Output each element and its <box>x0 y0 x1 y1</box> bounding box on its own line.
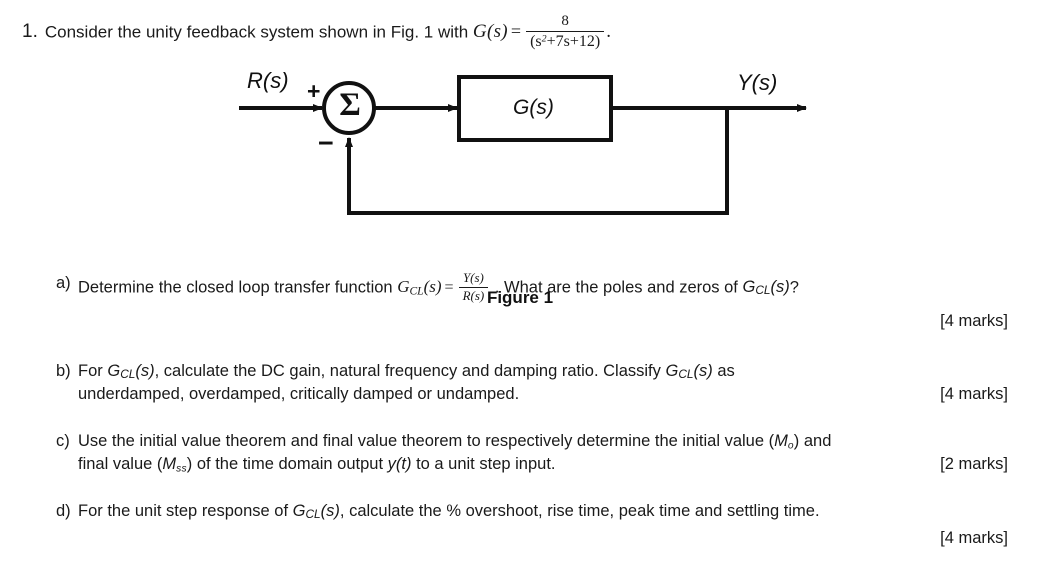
initial-value-m: M <box>774 432 788 450</box>
gcl-symbol-serif: GCL(s) <box>397 277 442 298</box>
gcl-inline-b1-g: G <box>107 362 121 380</box>
part-c-marks: [2 marks] <box>940 454 1008 473</box>
gcl-inline-b2-g: G <box>665 362 679 380</box>
gcl-inline-d-sub: CL <box>305 507 321 522</box>
part-c-text-4: ) of the time domain output <box>186 454 384 473</box>
part-c-text-1: Use the initial value theorem and final … <box>78 432 775 450</box>
negative-sign-label: − <box>318 128 334 158</box>
block-diagram-svg <box>239 75 807 215</box>
gcl-symbol-inline-b2: GCL(s) <box>665 362 713 382</box>
part-a-text-1: Determine the closed loop transfer funct… <box>78 278 393 297</box>
part-c-text-2: ) and <box>793 432 832 450</box>
equals-sign: = <box>510 21 522 42</box>
question-stem-text: Consider the unity feedback system shown… <box>44 22 469 42</box>
part-c-body: Use the initial value theorem and final … <box>78 430 1008 476</box>
part-a-marks-row: [4 marks] <box>78 310 1008 332</box>
stem-period: . <box>606 21 612 43</box>
transfer-function-expression: G(s) = 8 (s2+7s+12) . <box>472 13 612 50</box>
positive-sign-label: + <box>307 78 321 104</box>
gcl-inline-d-arg: (s) <box>320 502 340 520</box>
part-b-lead: b) <box>56 362 71 380</box>
gcl-inline-b1-arg: (s) <box>135 362 155 380</box>
gcl-symbol-inline-d: GCL(s) <box>292 502 340 522</box>
ratio-denominator: R(s) <box>462 287 485 303</box>
gcl-g: G <box>397 277 410 297</box>
question-part-c: c) Use the initial value theorem and fin… <box>56 430 1008 476</box>
part-d-text-2: , calculate the % overshoot, rise time, … <box>339 502 820 520</box>
initial-value-symbol: Mo <box>774 432 794 451</box>
gcl-subscript: CL <box>409 284 424 298</box>
denominator-open: (s <box>530 32 542 50</box>
question-part-d: d) For the unit step response of GCL(s),… <box>56 500 1008 549</box>
part-b-body: For GCL(s), calculate the DC gain, natur… <box>78 360 1008 405</box>
gcl-inline-a-g: G <box>742 278 756 297</box>
question-stem: 1. Consider the unity feedback system sho… <box>22 13 1042 52</box>
final-value-m: M <box>162 454 177 473</box>
sigma-icon: Σ <box>339 87 361 123</box>
gcl-inline-d-g: G <box>292 502 306 520</box>
fraction-numerator: 8 <box>526 13 605 32</box>
transfer-function-fraction: 8 (s2+7s+12) <box>526 13 605 51</box>
final-value-symbol: Mss <box>162 454 187 475</box>
fraction-denominator: (s2+7s+12) <box>526 32 604 51</box>
question-part-a: a) Determine the closed loop transfer fu… <box>56 270 1008 332</box>
part-a-text-3: ? <box>789 278 799 297</box>
part-d-body: For the unit step response of GCL(s), ca… <box>78 500 1008 549</box>
g-symbol: G <box>472 21 487 43</box>
part-d-lead: d) <box>56 502 71 520</box>
plant-block-label: G(s) <box>513 96 554 119</box>
g-argument: (s) <box>486 21 508 43</box>
question-number: 1. <box>22 21 38 43</box>
gcl-inline-b2-arg: (s) <box>693 362 713 380</box>
part-c-text-5: to a unit step input. <box>416 454 556 473</box>
part-a-text-2: . What are the poles and zeros of <box>494 278 738 297</box>
gcl-argument: (s) <box>423 277 442 297</box>
part-b-text-1: For <box>78 362 103 380</box>
part-a-equals: = <box>444 279 454 297</box>
part-d-text-1: For the unit step response of <box>78 502 289 520</box>
block-diagram: R(s) Y(s) G(s) + − Σ Figure 1 <box>0 60 1059 307</box>
part-c-text-3: final value ( <box>78 454 163 473</box>
part-a-body: Determine the closed loop transfer funct… <box>78 270 1008 332</box>
part-c-lead: c) <box>56 432 70 450</box>
ratio-numerator: Y(s) <box>458 270 489 288</box>
gcl-inline-a-sub: CL <box>755 283 771 298</box>
gcl-symbol-inline-a: GCL(s) <box>742 278 790 298</box>
output-signal-label: Y(s) <box>737 70 778 95</box>
gcl-symbol-inline-b1: GCL(s) <box>107 362 155 382</box>
part-b-text-3: as <box>717 362 735 380</box>
part-d-marks: [4 marks] <box>940 529 1008 548</box>
final-value-sub: ss <box>176 463 187 475</box>
part-b-text-4: underdamped, overdamped, critically damp… <box>78 385 520 404</box>
part-d-marks-row: [4 marks] <box>78 527 1008 549</box>
part-b-text-2: , calculate the DC gain, natural frequen… <box>154 362 661 380</box>
part-b-marks: [4 marks] <box>940 385 1008 404</box>
question-part-b: b) For GCL(s), calculate the DC gain, na… <box>56 360 1008 405</box>
denominator-rest: +7s+12) <box>546 32 601 50</box>
input-signal-label: R(s) <box>247 68 289 93</box>
output-time-symbol: y(t) <box>387 454 412 473</box>
part-a-marks: [4 marks] <box>940 312 1008 331</box>
gcl-definition-expression: GCL(s) = Y(s) R(s) <box>397 270 495 302</box>
gcl-inline-a-arg: (s) <box>770 278 790 297</box>
gcl-inline-b2-sub: CL <box>678 367 694 382</box>
gcl-ratio-fraction: Y(s) R(s) <box>458 270 489 303</box>
gcl-inline-b1-sub: CL <box>120 367 136 382</box>
part-a-lead: a) <box>56 274 71 292</box>
